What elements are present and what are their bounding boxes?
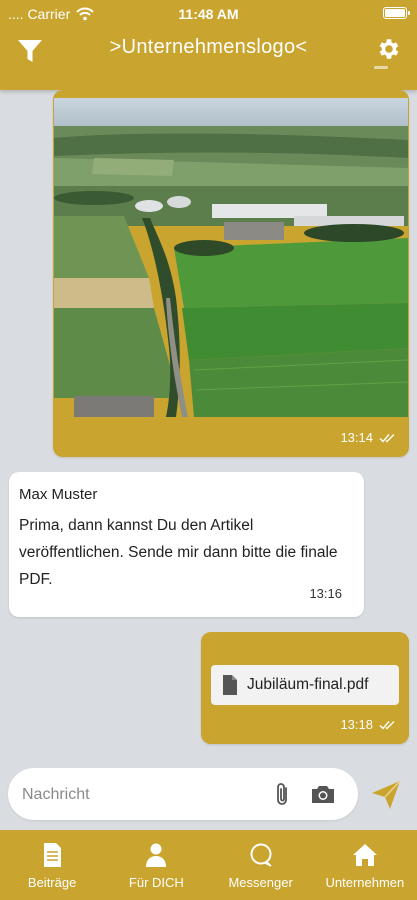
send-icon[interactable]: [370, 779, 402, 811]
chat-bubble-icon: [250, 843, 272, 867]
tab-label: Unternehmen: [325, 875, 405, 890]
paperclip-icon[interactable]: [274, 782, 292, 808]
double-check-icon: [379, 433, 395, 443]
message-time: 13:14: [340, 430, 373, 445]
image-message-meta: 13:14: [340, 430, 397, 445]
sender-name: Max Muster: [19, 486, 98, 503]
double-check-icon: [379, 720, 395, 730]
tab-label: Messenger: [228, 875, 293, 890]
status-bar: .... Carrier 11:48 AM: [0, 0, 417, 28]
gear-icon[interactable]: [375, 36, 401, 62]
camera-icon[interactable]: [310, 783, 336, 805]
file-message[interactable]: Jubiläum-final.pdf 13:18: [201, 632, 409, 744]
file-message-meta: 13:18: [340, 717, 397, 732]
home-icon: [352, 844, 377, 866]
message-input[interactable]: [20, 782, 264, 808]
file-icon: [223, 675, 237, 695]
tab-beitraege[interactable]: Beiträge: [0, 830, 104, 900]
tab-messenger[interactable]: Messenger: [209, 830, 313, 900]
chat-thread[interactable]: 13:14 Max Muster Prima, dann kannst Du d…: [0, 90, 417, 755]
person-icon: [146, 843, 167, 867]
tab-fuer-dich[interactable]: Für DICH: [104, 830, 208, 900]
aerial-farm-photo[interactable]: [54, 98, 408, 417]
message-time: 13:18: [340, 717, 373, 732]
incoming-message[interactable]: Max Muster Prima, dann kannst Du den Art…: [9, 472, 364, 617]
clock: 11:48 AM: [178, 6, 239, 22]
message-text: Prima, dann kannst Du den Artikel veröff…: [19, 517, 338, 588]
file-name: Jubiläum-final.pdf: [247, 676, 369, 693]
page-title: >Unternehmenslogo<: [109, 36, 308, 58]
top-bar: .... Carrier 11:48 AM >Unternehmenslogo<: [0, 0, 417, 90]
image-message[interactable]: 13:14: [53, 90, 409, 457]
tab-label: Beiträge: [27, 875, 77, 890]
bottom-tab-bar: Beiträge Für DICH Messenger Unternehmen: [0, 830, 417, 900]
tab-label: Für DICH: [128, 875, 184, 890]
document-icon: [44, 843, 62, 867]
battery-icon: [383, 7, 410, 19]
message-time: 13:16: [309, 586, 342, 601]
scroll-indicator: [374, 66, 388, 69]
tab-unternehmen[interactable]: Unternehmen: [313, 830, 417, 900]
message-composer: [8, 768, 358, 820]
file-attachment[interactable]: Jubiläum-final.pdf: [211, 665, 399, 705]
